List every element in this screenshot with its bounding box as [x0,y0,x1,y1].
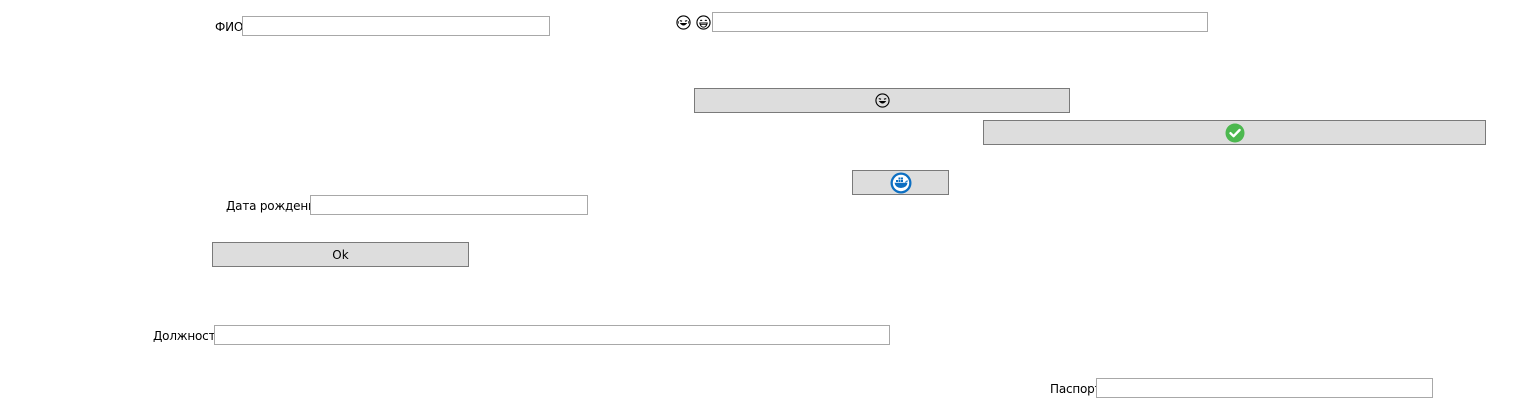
fio-label: ФИО [215,20,244,34]
ok-button[interactable]: Ok [212,242,469,267]
passport-input[interactable] [1096,378,1433,398]
docker-button[interactable] [852,170,949,195]
fio-input[interactable] [242,16,550,36]
passport-label: Паспорт [1050,382,1102,396]
confirm-button[interactable] [983,120,1486,145]
position-label: Должность [153,329,223,343]
birth-date-input[interactable] [310,195,588,215]
check-circle-icon [1225,123,1245,143]
birth-date-label: Дата рождения [226,199,323,213]
grinning-face-icon [696,15,711,30]
laughing-face-icon [874,93,890,108]
laughing-face-icon [676,15,691,30]
position-input[interactable] [214,325,890,345]
emoji-button[interactable] [694,88,1070,113]
emoji-text-input[interactable] [712,12,1208,32]
docker-whale-icon [890,172,912,194]
